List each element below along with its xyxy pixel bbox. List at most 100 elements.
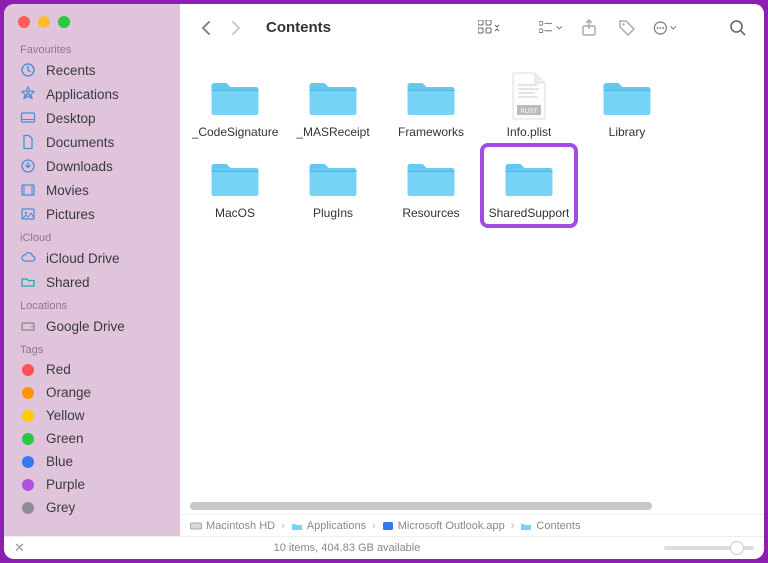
group-button[interactable] bbox=[539, 16, 563, 40]
item-label: MacOS bbox=[215, 207, 255, 220]
close-window-button[interactable] bbox=[18, 16, 30, 28]
sidebar-item-label: Yellow bbox=[46, 408, 85, 423]
sidebar-item-label: Google Drive bbox=[46, 319, 125, 334]
sidebar-item-shared[interactable]: Shared bbox=[4, 270, 180, 294]
folder-icon bbox=[399, 70, 463, 122]
action-menu-button[interactable] bbox=[653, 16, 677, 40]
folder-icon bbox=[497, 151, 561, 203]
window-title: Contents bbox=[266, 19, 331, 36]
finder-window: FavouritesRecentsAApplications Desktop Doc… bbox=[4, 4, 764, 559]
folder-item[interactable]: Resources bbox=[386, 147, 476, 224]
sidebar-item-purple[interactable]: Purple bbox=[4, 473, 180, 496]
tag bbox=[20, 456, 36, 468]
path-segment[interactable]: Macintosh HD bbox=[190, 520, 275, 532]
close-pathbar-button[interactable]: ✕ bbox=[14, 540, 30, 556]
plist-file-icon: PLIST bbox=[497, 70, 561, 122]
sidebar-item-yellow[interactable]: Yellow bbox=[4, 404, 180, 427]
status-bar: ✕ 10 items, 404.83 GB available bbox=[4, 536, 764, 559]
sidebar-item-orange[interactable]: Orange bbox=[4, 381, 180, 404]
tag bbox=[20, 387, 36, 399]
path-segment-label: Applications bbox=[307, 520, 366, 532]
path-segment[interactable]: Applications bbox=[291, 520, 366, 532]
tag bbox=[20, 364, 36, 376]
item-label: Frameworks bbox=[398, 126, 464, 139]
sidebar-item-label: Blue bbox=[46, 454, 73, 469]
shared-icon bbox=[20, 274, 36, 290]
path-segment-label: Macintosh HD bbox=[206, 520, 275, 532]
path-segment[interactable]: Microsoft Outlook.app bbox=[382, 520, 505, 532]
folder-item[interactable]: MacOS bbox=[190, 147, 280, 224]
sidebar-item-label: Downloads bbox=[46, 159, 113, 174]
sidebar-item-green[interactable]: Green bbox=[4, 427, 180, 450]
folder-icon bbox=[203, 151, 267, 203]
path-separator bbox=[279, 520, 287, 532]
sidebar-item-applications[interactable]: AApplications bbox=[4, 82, 180, 106]
file-item[interactable]: PLIST Info.plist bbox=[484, 66, 574, 143]
folder-icon bbox=[399, 151, 463, 203]
sidebar-item-label: Orange bbox=[46, 385, 91, 400]
sidebar-item-desktop[interactable]: Desktop bbox=[4, 106, 180, 130]
folder-item[interactable]: _CodeSignature bbox=[190, 66, 280, 143]
sidebar-item-movies[interactable]: Movies bbox=[4, 178, 180, 202]
item-label: PlugIns bbox=[313, 207, 353, 220]
drive-icon bbox=[20, 318, 36, 334]
folder-icon bbox=[203, 70, 267, 122]
item-label: SharedSupport bbox=[489, 207, 570, 220]
sidebar-item-label: Applications bbox=[46, 87, 119, 102]
sidebar-item-label: Purple bbox=[46, 477, 85, 492]
doc-icon bbox=[20, 134, 36, 150]
tags-button[interactable] bbox=[615, 16, 639, 40]
view-icons-button[interactable] bbox=[477, 16, 501, 40]
toolbar: Contents bbox=[180, 4, 764, 52]
sidebar-item-label: Pictures bbox=[46, 207, 95, 222]
folder-item[interactable]: SharedSupport bbox=[484, 147, 574, 224]
sidebar-item-downloads[interactable]: Downloads bbox=[4, 154, 180, 178]
item-label: _MASReceipt bbox=[296, 126, 369, 139]
back-button[interactable] bbox=[194, 16, 218, 40]
sidebar-item-blue[interactable]: Blue bbox=[4, 450, 180, 473]
search-button[interactable] bbox=[726, 16, 750, 40]
sidebar-item-label: iCloud Drive bbox=[46, 251, 120, 266]
fullscreen-window-button[interactable] bbox=[58, 16, 70, 28]
folder-item[interactable]: _MASReceipt bbox=[288, 66, 378, 143]
path-bar: Macintosh HD Applications Microsoft Outloo… bbox=[180, 514, 764, 536]
sidebar-group-label: Locations bbox=[4, 294, 180, 314]
sidebar-item-google-drive[interactable]: Google Drive bbox=[4, 314, 180, 338]
forward-button[interactable] bbox=[224, 16, 248, 40]
folder-item[interactable]: PlugIns bbox=[288, 147, 378, 224]
item-label: Info.plist bbox=[507, 126, 552, 139]
folder-item[interactable]: Library bbox=[582, 66, 672, 143]
tag bbox=[20, 410, 36, 422]
folder-icon bbox=[301, 151, 365, 203]
folder-icon bbox=[595, 70, 659, 122]
sidebar-item-grey[interactable]: Grey bbox=[4, 496, 180, 519]
folder-item[interactable]: Frameworks bbox=[386, 66, 476, 143]
sidebar-item-recents[interactable]: Recents bbox=[4, 58, 180, 82]
path-segment[interactable]: Contents bbox=[520, 520, 580, 532]
folder-icon bbox=[301, 70, 365, 122]
desktop-icon bbox=[20, 110, 36, 126]
share-button[interactable] bbox=[577, 16, 601, 40]
sidebar-item-pictures[interactable]: Pictures bbox=[4, 202, 180, 226]
sidebar-group-label: Tags bbox=[4, 338, 180, 358]
icon-size-slider[interactable] bbox=[664, 546, 754, 550]
tag bbox=[20, 433, 36, 445]
clock-icon bbox=[20, 62, 36, 78]
sidebar-item-label: Desktop bbox=[46, 111, 96, 126]
tag bbox=[20, 502, 36, 514]
sidebar-item-label: Shared bbox=[46, 275, 90, 290]
content-area[interactable]: _CodeSignature _MASReceipt Frameworks PLIST… bbox=[180, 52, 764, 498]
sidebar-item-red[interactable]: Red bbox=[4, 358, 180, 381]
item-label: _CodeSignature bbox=[192, 126, 279, 139]
minimize-window-button[interactable] bbox=[38, 16, 50, 28]
status-text: 10 items, 404.83 GB available bbox=[30, 542, 664, 554]
path-separator bbox=[509, 520, 517, 532]
svg-text:PLIST: PLIST bbox=[521, 109, 538, 115]
sidebar-item-label: Green bbox=[46, 431, 84, 446]
sidebar-item-documents[interactable]: Documents bbox=[4, 130, 180, 154]
sidebar-group-label: Favourites bbox=[4, 38, 180, 58]
item-label: Library bbox=[609, 126, 646, 139]
horizontal-scrollbar[interactable] bbox=[190, 502, 754, 512]
sidebar-item-label: Documents bbox=[46, 135, 114, 150]
sidebar-item-icloud-drive[interactable]: iCloud Drive bbox=[4, 246, 180, 270]
